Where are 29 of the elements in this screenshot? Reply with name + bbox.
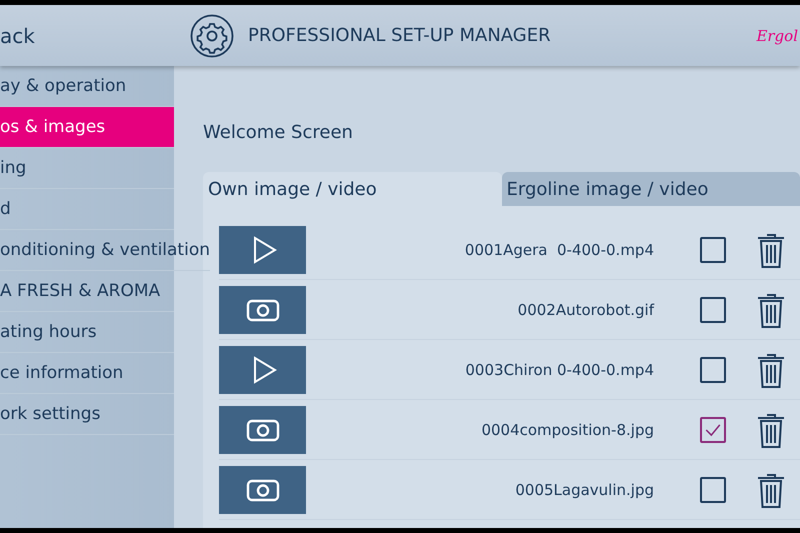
checkbox[interactable] [700, 476, 726, 502]
brand-logo: Ergol [756, 26, 798, 44]
checkbox[interactable] [700, 296, 726, 322]
section-title: Welcome Screen [203, 122, 354, 143]
sidebar-item[interactable]: os & images [0, 107, 174, 148]
app-title: PROFESSIONAL SET-UP MANAGER [248, 25, 552, 46]
image-thumbnail[interactable] [219, 406, 306, 454]
tab[interactable]: Ergoline image / video [502, 172, 800, 206]
image-thumbnail[interactable] [219, 466, 306, 514]
gear-icon [190, 14, 234, 58]
sidebar-item[interactable]: ating hours [0, 312, 174, 353]
sidebar-item[interactable]: ork settings [0, 394, 174, 435]
sidebar-item[interactable]: ing [0, 148, 174, 189]
sidebar-item[interactable]: d [0, 189, 174, 230]
file-name: 0004composition-8.jpg [480, 420, 654, 438]
checkbox[interactable] [700, 416, 726, 442]
file-name: 0003Chiron 0-400-0.mp4 [464, 360, 654, 378]
file-name: 0001Agera 0-400-0.mp4 [464, 240, 654, 258]
tab[interactable]: Own image / video [203, 172, 502, 206]
sidebar-item[interactable]: ce information [0, 353, 174, 394]
back-link[interactable]: ack [0, 24, 190, 48]
sidebar-item[interactable]: A FRESH & AROMA [0, 271, 174, 312]
file-name: 0002Autorobot.gif [516, 300, 654, 318]
file-name: 0005Lagavulin.jpg [514, 480, 654, 498]
checkbox[interactable] [700, 236, 726, 262]
checkbox[interactable] [700, 356, 726, 382]
image-thumbnail[interactable] [219, 286, 306, 334]
video-thumbnail[interactable] [219, 346, 306, 394]
video-thumbnail[interactable] [219, 226, 306, 274]
